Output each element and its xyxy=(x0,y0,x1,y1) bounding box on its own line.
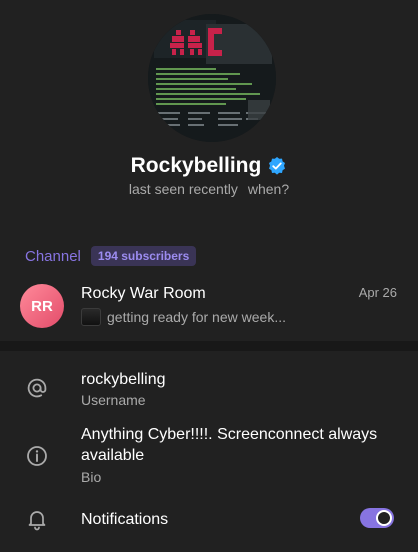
notifications-row[interactable]: Notifications xyxy=(0,500,418,540)
bio-text-line1: Anything Cyber!!!!. Screenconnect always xyxy=(81,426,378,443)
subscribers-badge: 194 subscribers xyxy=(90,246,197,266)
channel-section-header: Channel 194 subscribers xyxy=(25,246,197,266)
profile-panel: Rockybelling last seen recently when? Cha… xyxy=(0,0,418,552)
section-divider xyxy=(0,341,418,351)
when-link[interactable]: when? xyxy=(248,181,289,197)
notifications-label: Notifications xyxy=(81,511,169,528)
username-value: rockybelling xyxy=(81,371,166,388)
username-row[interactable]: rockybelling Username xyxy=(0,360,418,416)
toggle-knob xyxy=(376,510,392,526)
channel-last-message: getting ready for new week... xyxy=(81,308,286,326)
info-icon xyxy=(25,444,49,468)
profile-name: Rockybelling xyxy=(130,154,262,177)
bio-text-line2: available xyxy=(81,447,145,464)
bio-label: Bio xyxy=(81,469,102,485)
profile-name-row: Rockybelling xyxy=(0,154,418,178)
bell-icon xyxy=(25,507,49,531)
channel-title: Rocky War Room xyxy=(81,285,206,302)
avatar-image xyxy=(148,14,276,142)
channel-section-label: Channel xyxy=(25,247,81,265)
at-sign-icon xyxy=(25,376,49,400)
profile-avatar[interactable] xyxy=(148,14,276,142)
last-seen-status: last seen recently when? xyxy=(0,181,418,197)
verified-badge-icon xyxy=(267,156,287,176)
notifications-toggle[interactable] xyxy=(360,508,394,528)
channel-item[interactable]: RR Rocky War Room Apr 26 getting ready f… xyxy=(0,281,418,333)
channel-preview-text: getting ready for new week... xyxy=(107,309,286,325)
channel-avatar: RR xyxy=(20,284,64,328)
channel-date: Apr 26 xyxy=(358,285,397,300)
bio-row[interactable]: Anything Cyber!!!!. Screenconnect always… xyxy=(0,418,418,490)
username-label: Username xyxy=(81,392,146,408)
message-thumbnail xyxy=(81,308,101,326)
last-seen-text: last seen recently xyxy=(128,181,238,197)
